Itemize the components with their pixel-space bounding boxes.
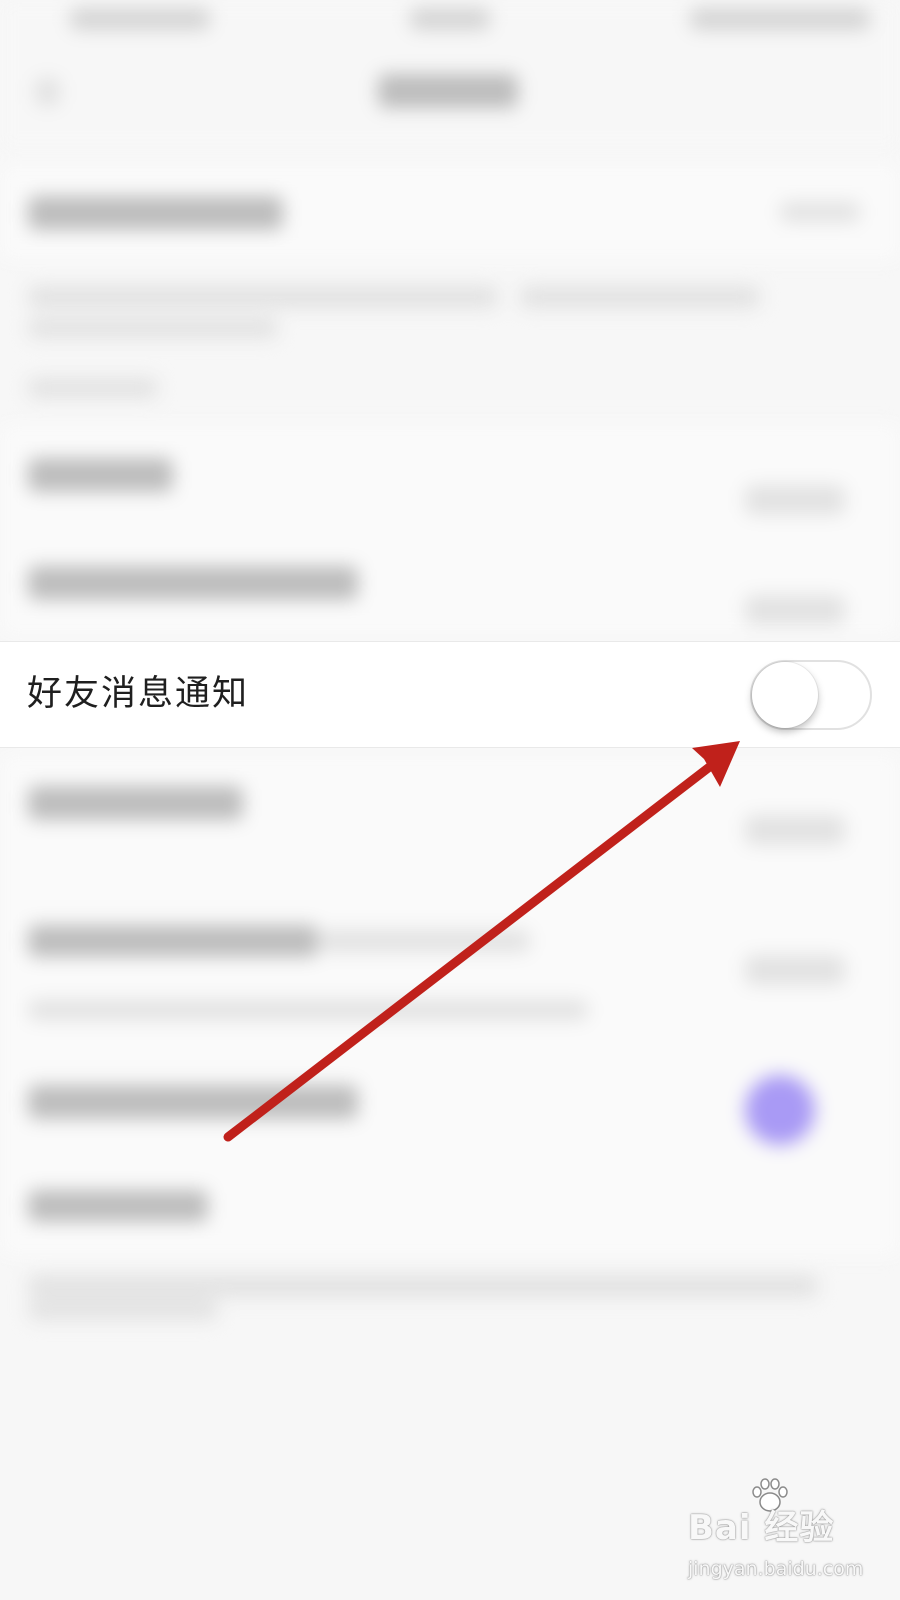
friend-message-notification-row: 好友消息通知: [0, 641, 900, 748]
baidu-jingyan-watermark: Bai 经验 jingyan.baidu.com: [688, 1478, 888, 1590]
toggle-knob: [752, 662, 818, 728]
friend-message-notification-label: 好友消息通知: [27, 674, 250, 714]
settings-screen: 好友消息通知 Bai 经验 jingyan.baidu.com: [0, 0, 900, 1600]
friend-message-notification-toggle[interactable]: [750, 660, 872, 730]
watermark-brand: Bai 经验: [688, 1508, 835, 1548]
blurred-background-content: [0, 0, 900, 1600]
watermark-url: jingyan.baidu.com: [688, 1558, 864, 1580]
